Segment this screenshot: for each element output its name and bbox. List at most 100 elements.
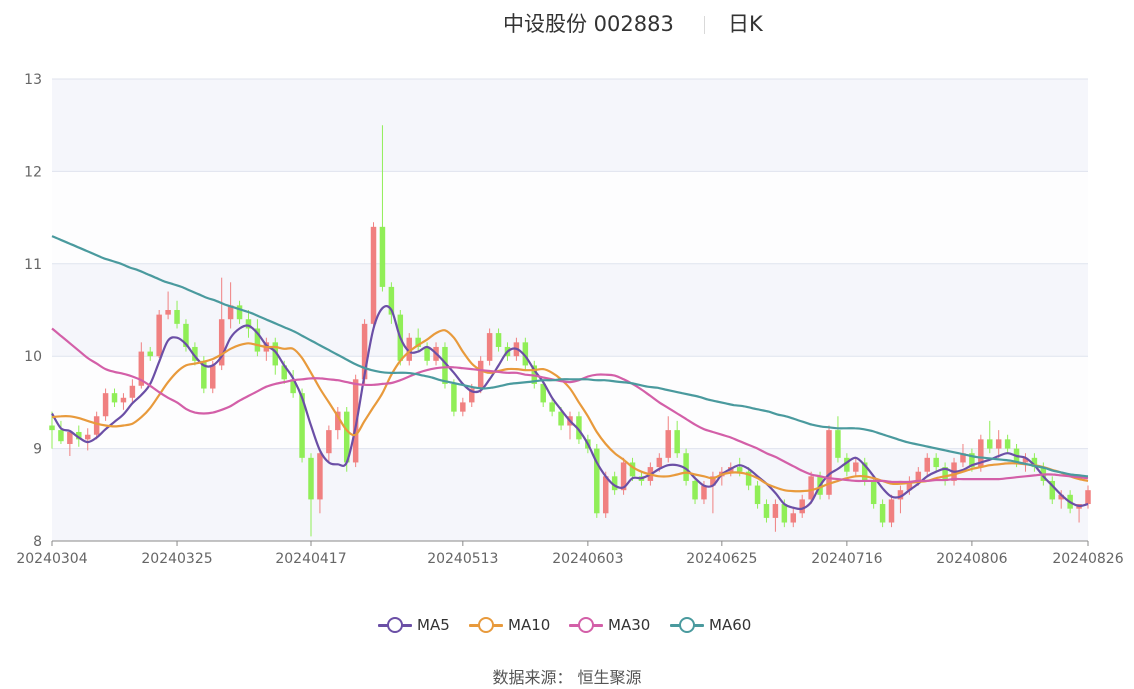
candle-body [129,385,136,398]
candle-body [888,499,895,523]
legend-item-ma10[interactable]: MA10 [469,612,550,638]
candle-body [879,504,886,523]
background-bands [52,79,1088,541]
candle-body [326,430,332,454]
chart-subtitle: 日K [728,12,763,36]
x-tick-label: 20240304 [16,551,87,567]
candle-up [102,388,109,421]
candle-body [370,226,377,324]
candle-body [460,402,466,412]
candle-body [772,504,779,518]
legend-marker-ma10 [469,615,503,635]
candle-body [84,434,91,440]
y-tick-label: 11 [24,257,42,273]
legend-marker-ma60 [670,615,704,635]
candle-up [156,310,162,359]
y-tick-label: 9 [33,442,42,458]
candle-body [111,393,118,403]
candle-body [656,457,663,468]
candle-down [594,443,600,518]
legend-marker-ma30 [569,615,603,635]
x-tick-label: 20240603 [552,551,623,567]
candle-body [781,504,788,523]
x-tick-label: 20240625 [686,551,757,567]
legend: MA5 MA10 MA30 MA60 [0,612,1134,638]
candle-body [102,393,109,417]
candle-body [379,226,386,287]
band-8 [52,448,1088,541]
candle-up [486,328,493,366]
candle-body [549,402,555,412]
data-source: 数据来源： 恒生聚源 [492,668,642,687]
candle-body [165,310,171,315]
candle-body [924,457,930,472]
candle-body [49,425,55,431]
candle-body [67,431,73,444]
candle-body [451,383,457,412]
x-tick-label: 20240417 [275,551,346,567]
candle-body [692,480,698,500]
title-divider [704,16,705,34]
candle-body [995,439,1002,449]
legend-item-ma60[interactable]: MA60 [670,612,751,638]
candle-up [370,222,377,329]
candle-body [174,310,180,324]
candle-body [987,439,993,449]
x-tick-label: 20240513 [427,551,498,567]
x-tick-label: 20240325 [141,551,212,567]
candle-body [58,430,64,442]
candle-up [620,457,627,495]
band-10 [52,263,1088,357]
chart-title: 中设股份 002883 [503,12,674,36]
legend-label-ma10: MA10 [508,616,551,634]
candle-body [754,485,761,505]
candle-body [477,360,484,389]
y-tick-label: 12 [24,164,42,180]
legend-label-ma60: MA60 [709,616,752,634]
band-11 [52,171,1088,264]
candle-body [424,346,430,361]
candle-body [156,314,162,357]
candle-body [1004,439,1011,449]
candle-body [933,457,939,468]
legend-marker-ma5 [378,615,412,635]
x-axis: 20240304 20240325 20240417 20240513 20240603… [16,540,1124,567]
candle-body [147,351,153,357]
chart-header: 中设股份 002883 日K [0,6,1134,38]
legend-label-ma5: MA5 [417,616,450,634]
candle-body [736,467,743,472]
legend-item-ma30[interactable]: MA30 [569,612,650,638]
candle-body [602,476,609,514]
x-tick-label: 20240826 [1052,551,1123,567]
candle-body [665,430,671,458]
legend-item-ma5[interactable]: MA5 [378,612,450,638]
y-tick-label: 10 [24,349,42,365]
candle-body [486,333,493,361]
candle-body [308,457,314,500]
candle-up [888,494,895,528]
candle-body [1085,490,1091,505]
legend-label-ma30: MA30 [608,616,651,634]
candle-down [451,379,457,417]
candle-body [495,333,502,347]
candle-body [93,416,100,435]
y-tick-label: 13 [24,72,42,88]
candle-body [236,305,243,320]
candle-body [701,485,707,500]
candle-body [835,430,841,458]
band-12 [52,79,1088,172]
candle-body [870,480,877,505]
candle-body [210,365,216,389]
candle-body [317,453,323,500]
candle-body [853,462,859,472]
candle-up [826,425,832,500]
x-tick-label: 20240716 [811,551,882,567]
candle-body [120,397,127,403]
candle-body [763,504,770,518]
y-tick-label: 8 [33,534,42,550]
candle-body [915,471,922,481]
candle-body [799,499,805,514]
candle-body [808,476,814,500]
x-tick-label: 20240806 [936,551,1007,567]
candle-body [674,430,680,454]
